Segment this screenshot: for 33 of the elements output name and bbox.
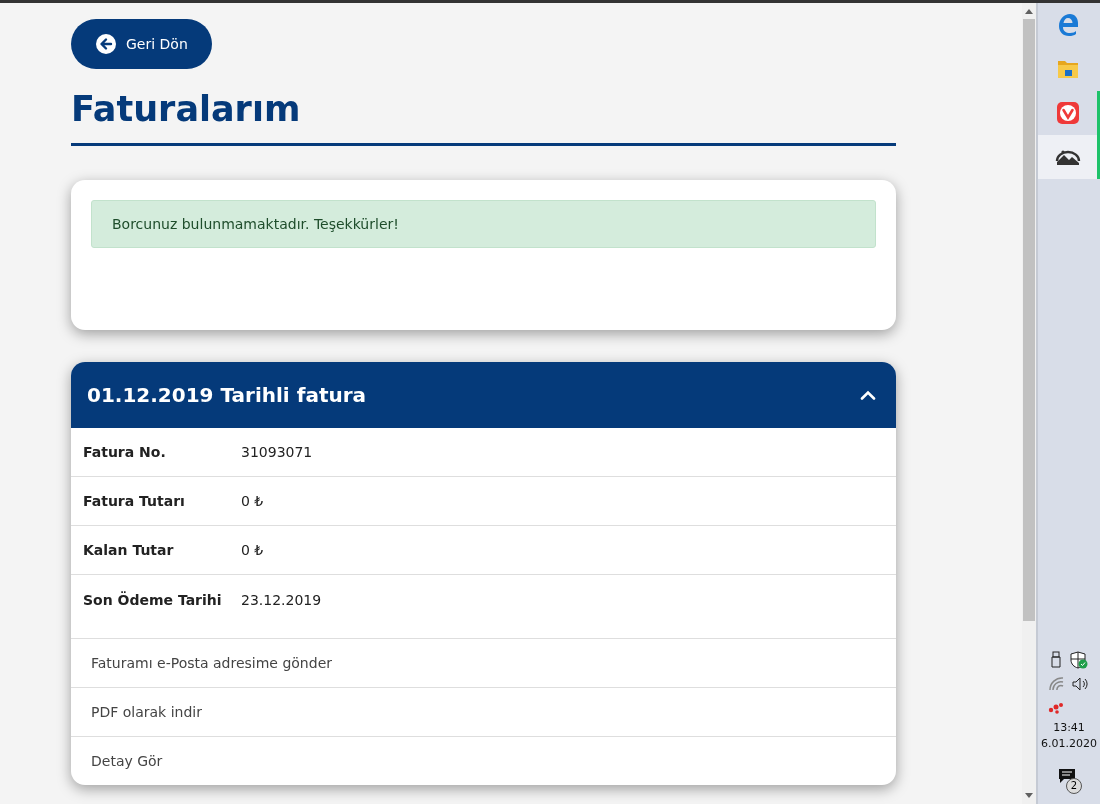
scroll-up-icon[interactable] (1025, 9, 1033, 14)
wifi-icon (1048, 677, 1064, 691)
field-label: Son Ödeme Tarihi (83, 591, 223, 608)
notification-count: 2 (1066, 778, 1082, 794)
scroll-down-icon[interactable] (1025, 793, 1033, 798)
vivaldi-v-icon (1055, 101, 1080, 125)
clock-time[interactable]: 13:41 (1053, 720, 1085, 736)
shield-check-icon (1070, 651, 1088, 669)
scrollbar[interactable] (1022, 3, 1036, 804)
scrollbar-thumb[interactable] (1023, 19, 1035, 621)
field-value: 0 ₺ (241, 493, 264, 509)
chevron-up-icon (860, 390, 876, 400)
action-link[interactable]: Faturamı e-Posta adresime gönder (71, 638, 896, 687)
page-title: Faturalarım (71, 89, 896, 146)
notifications-button[interactable]: 2 (1056, 766, 1082, 794)
field-value: 31093071 (241, 444, 313, 460)
folder-icon (1056, 59, 1079, 79)
usb-drive-icon (1050, 651, 1062, 669)
success-alert: Borcunuz bulunmamaktadır. Teşekkürler! (91, 200, 876, 248)
back-button[interactable]: Geri Dön (71, 19, 212, 69)
invoice-title: 01.12.2019 Tarihli fatura (87, 383, 367, 407)
action-link[interactable]: PDF olarak indir (71, 687, 896, 736)
action-link[interactable]: Detay Gör (71, 736, 896, 785)
speaker-icon (1072, 677, 1090, 691)
dots-cluster-icon (1048, 702, 1064, 714)
field-label: Fatura Tutarı (83, 493, 186, 509)
taskbar-app[interactable] (1038, 135, 1100, 179)
field-value: 0 ₺ (241, 542, 264, 558)
invoice-header[interactable]: 01.12.2019 Tarihli fatura (71, 362, 896, 428)
clock-date[interactable]: 6.01.2020 (1041, 736, 1097, 752)
field-label: Kalan Tutar (83, 542, 175, 558)
field-label: Fatura No. (83, 444, 167, 460)
field-value: 23.12.2019 (241, 591, 322, 608)
